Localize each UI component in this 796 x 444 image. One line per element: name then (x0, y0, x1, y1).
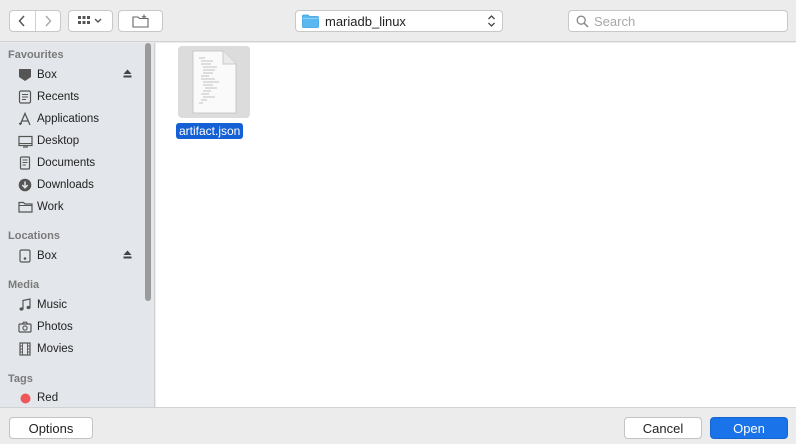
sidebar-item-label: Photos (37, 321, 73, 333)
sidebar-item-label: Red (37, 392, 59, 404)
desktop-icon (17, 133, 33, 149)
sidebar-item-recents[interactable]: Recents (0, 86, 142, 108)
search-input[interactable] (594, 13, 774, 29)
back-button[interactable] (10, 11, 35, 31)
disk-icon (17, 248, 33, 264)
sidebar-item-label: Applications (37, 113, 100, 125)
view-mode-button[interactable] (68, 10, 113, 32)
drive-icon (17, 67, 33, 83)
footer: Options Cancel Open (0, 407, 796, 444)
updown-chevron-icon (488, 15, 495, 27)
document-icon (192, 50, 237, 114)
sidebar-item-label: Movies (37, 343, 74, 355)
tag-dot-icon (17, 390, 33, 406)
path-label: mariadb_linux (325, 13, 406, 29)
cancel-button[interactable]: Cancel (624, 417, 702, 439)
sidebar-item-desktop[interactable]: Desktop (0, 130, 142, 152)
search-field[interactable] (568, 10, 788, 32)
sidebar-item-documents[interactable]: Documents (0, 152, 142, 174)
search-icon (576, 15, 589, 28)
folder-icon (17, 199, 33, 215)
eject-icon[interactable] (123, 69, 132, 78)
documents-icon (17, 155, 33, 171)
sidebar-item-work[interactable]: Work (0, 196, 142, 218)
sidebar-item-movies[interactable]: Movies (0, 338, 142, 360)
options-button[interactable]: Options (9, 417, 93, 439)
open-button[interactable]: Open (710, 417, 788, 439)
path-popup[interactable]: mariadb_linux (295, 10, 503, 32)
nav-buttons (9, 10, 61, 32)
chevron-left-icon (18, 15, 26, 27)
sidebar-item-label: Recents (37, 91, 80, 103)
new-folder-button[interactable] (118, 10, 163, 32)
sidebar: Favourites Box Recents Applications Desk… (0, 43, 155, 407)
sidebar-item-label: Music (37, 299, 68, 311)
sidebar-item-box[interactable]: Box (0, 64, 142, 86)
sidebar-heading-tags: Tags (8, 373, 33, 385)
applications-icon (17, 111, 33, 127)
sidebar-item-photos[interactable]: Photos (0, 316, 142, 338)
sidebar-item-applications[interactable]: Applications (0, 108, 142, 130)
downloads-icon (17, 177, 33, 193)
sidebar-heading-media: Media (8, 279, 40, 291)
film-icon (17, 341, 33, 357)
chevron-right-icon (45, 15, 52, 27)
sidebar-heading-locations: Locations (8, 230, 60, 242)
sidebar-item-location-box[interactable]: Box (0, 245, 142, 267)
forward-button[interactable] (34, 11, 60, 31)
folder-icon (302, 14, 319, 28)
sidebar-item-downloads[interactable]: Downloads (0, 174, 142, 196)
sidebar-item-label: Documents (37, 157, 96, 169)
toolbar: mariadb_linux (0, 0, 796, 42)
sidebar-item-label: Work (37, 201, 64, 213)
eject-icon[interactable] (123, 250, 132, 259)
sidebar-item-label: Box (37, 250, 57, 262)
music-icon (17, 297, 33, 313)
camera-icon (17, 319, 33, 335)
icon-grid-icon (77, 16, 101, 24)
sidebar-item-label: Box (37, 69, 57, 81)
sidebar-item-label: Desktop (37, 135, 80, 147)
sidebar-scrollbar[interactable] (145, 43, 151, 301)
sidebar-item-tag-red[interactable]: Red (0, 387, 142, 407)
recents-icon (17, 89, 33, 105)
file-item[interactable]: artifact.json (176, 46, 252, 139)
file-name: artifact.json (176, 123, 244, 139)
file-browser: artifact.json (156, 43, 796, 407)
new-folder-icon (131, 14, 149, 28)
file-thumbnail (178, 46, 250, 118)
sidebar-item-label: Downloads (37, 179, 94, 191)
sidebar-item-music[interactable]: Music (0, 294, 142, 316)
sidebar-heading-favourites: Favourites (8, 49, 64, 61)
